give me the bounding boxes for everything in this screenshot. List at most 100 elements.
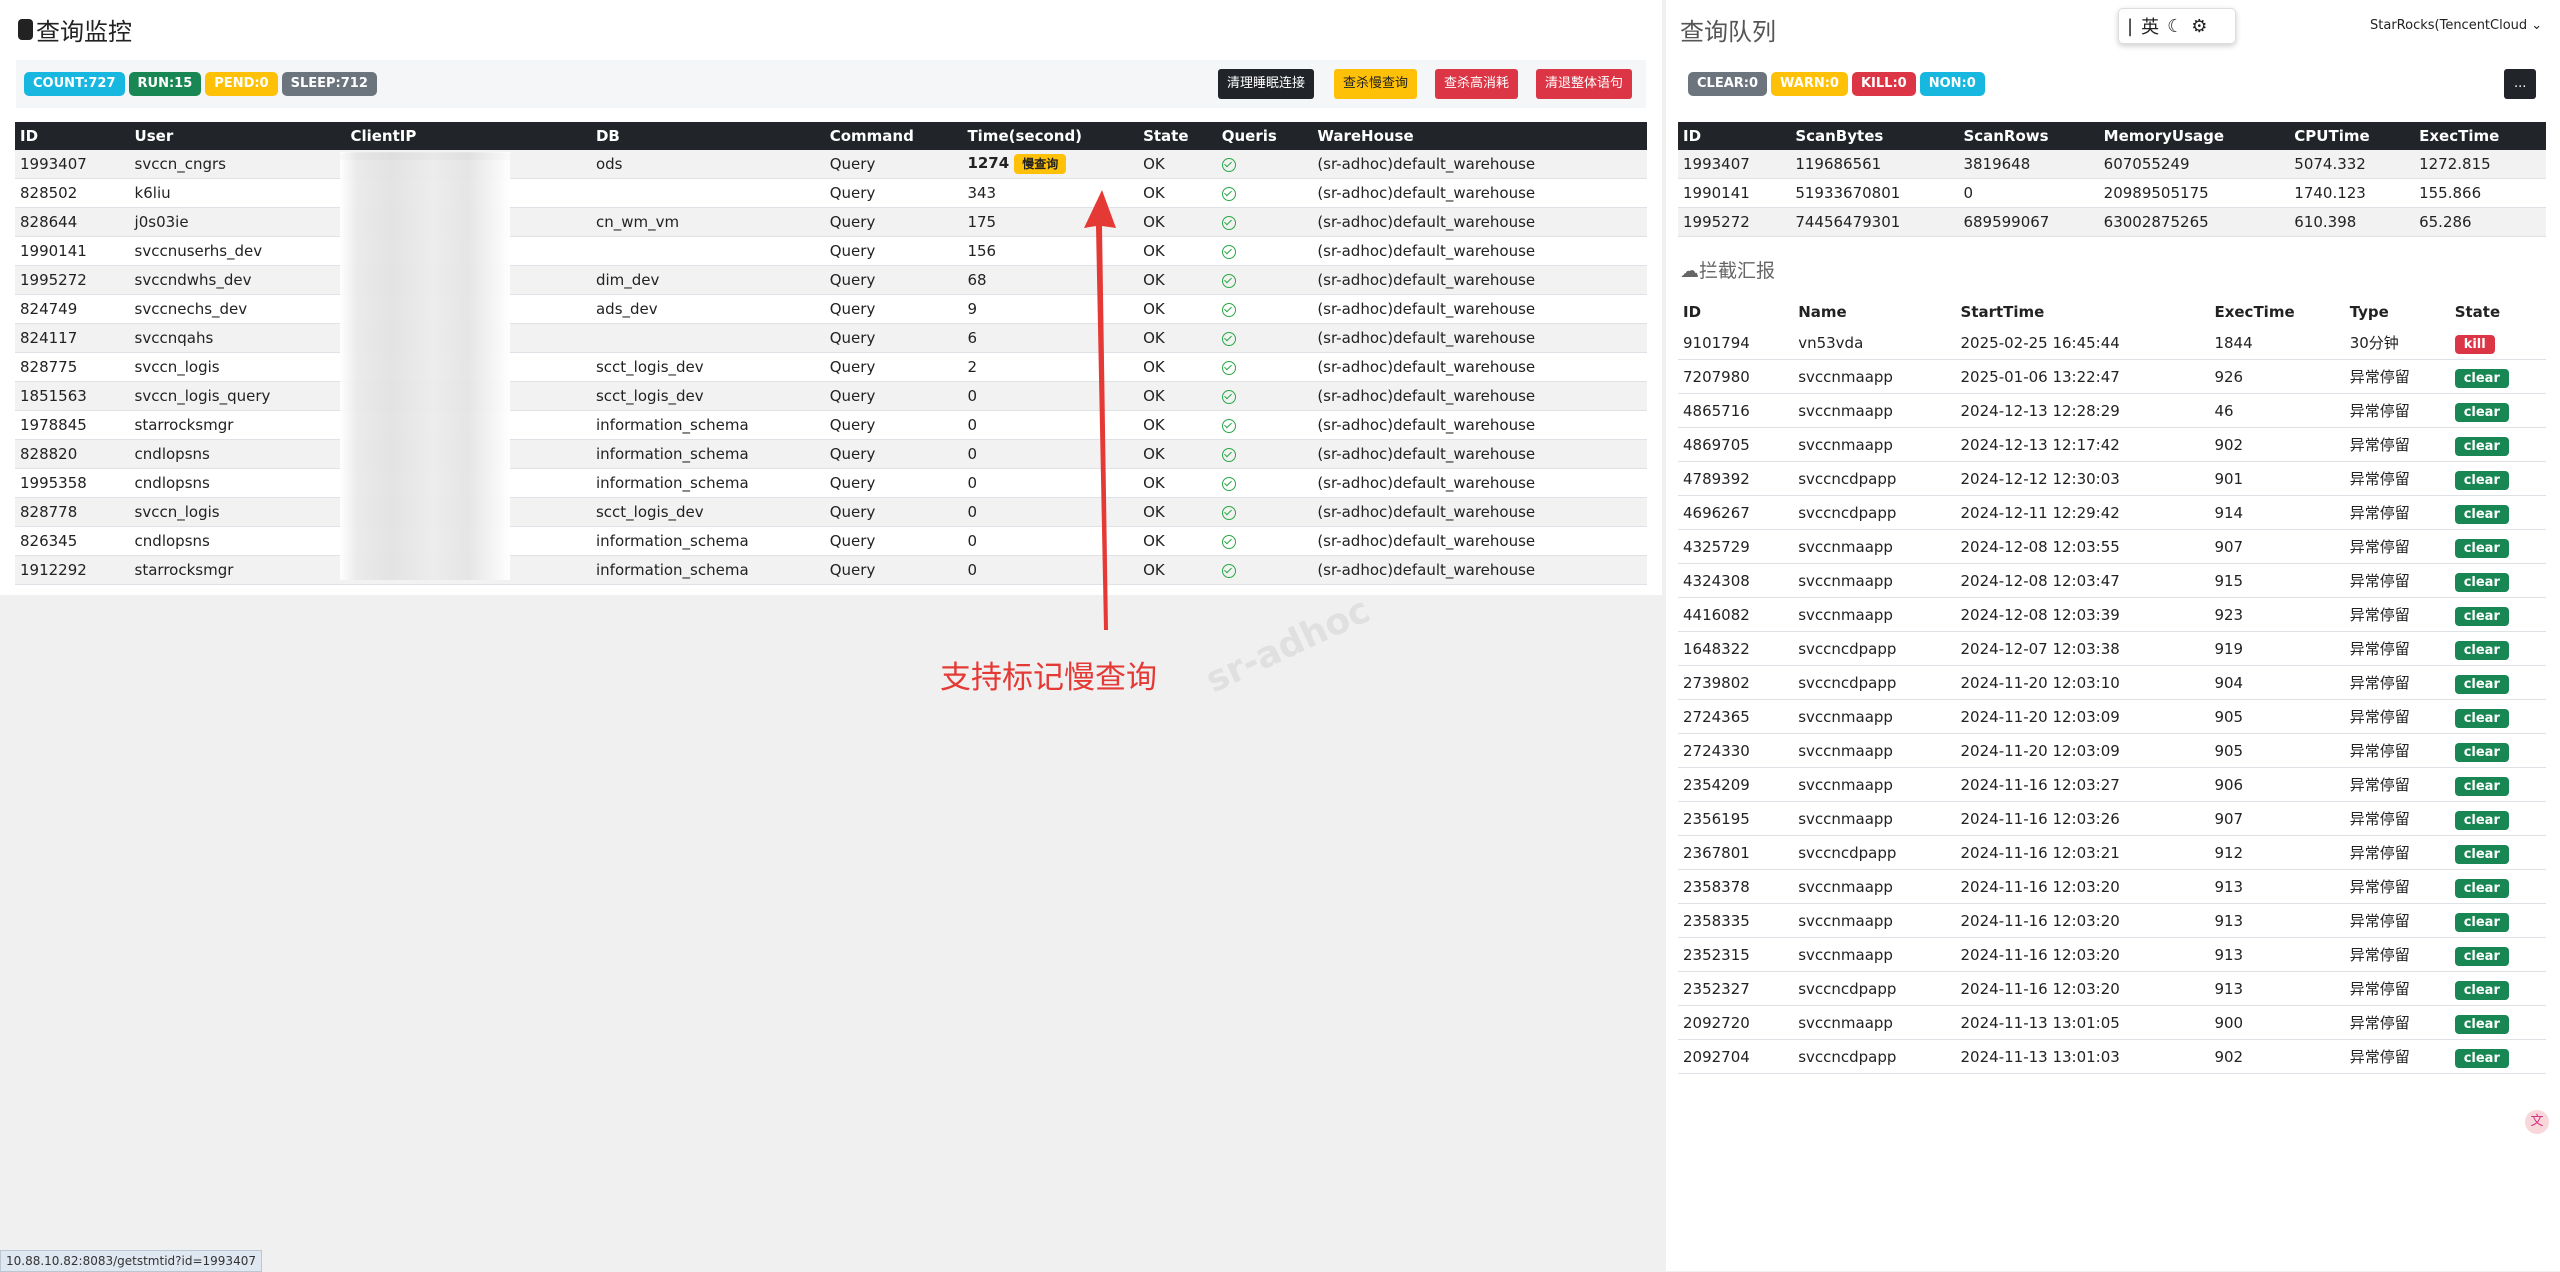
table-cell: 1740.123 <box>2289 178 2415 208</box>
table-row[interactable]: 2724365 svccnmaapp 2024-11-20 12:03:09 905 异… <box>1678 699 2546 734</box>
table-row[interactable]: 2724330 svccnmaapp 2024-11-20 12:03:09 905 异… <box>1678 733 2546 768</box>
kill-slow-query-button[interactable]: 查杀慢查询 <box>1334 69 1418 99</box>
table-row[interactable]: 2367801 svccncdpapp 2024-11-16 12:03:21 912… <box>1678 835 2546 870</box>
table-row[interactable]: 9101794 vn53vda 2025-02-25 16:45:44 1844 30分… <box>1678 326 2546 360</box>
table-row[interactable]: 2358335 svccnmaapp 2024-11-16 12:03:20 913 异… <box>1678 903 2546 938</box>
clear-state-badge[interactable]: clear <box>2454 572 2509 592</box>
table-cell: Query <box>824 150 963 179</box>
table-row[interactable]: 1993407 svccn_cngrs ods Query 1274 慢查询 OK (sr-a… <box>15 150 1647 179</box>
table-row[interactable]: 4869705 svccnmaapp 2024-12-13 12:17:42 902 异… <box>1678 427 2546 462</box>
gear-icon[interactable]: ⚙ <box>2191 16 2207 37</box>
kill-high-cost-button[interactable]: 查杀高消耗 <box>1435 69 1519 99</box>
table-row[interactable]: 2739802 svccncdpapp 2024-11-20 12:03:10 904… <box>1678 665 2546 700</box>
table-row[interactable]: 4696267 svccncdpapp 2024-12-11 12:29:42 914… <box>1678 495 2546 530</box>
table-row[interactable]: 7207980 svccnmaapp 2025-01-06 13:22:47 926 异… <box>1678 359 2546 394</box>
clear-state-badge[interactable]: clear <box>2454 844 2509 864</box>
table-cell: 异常停留 <box>2344 1039 2450 1074</box>
clear-state-badge[interactable]: clear <box>2454 912 2509 932</box>
clear-state-badge[interactable]: clear <box>2454 674 2509 694</box>
table-cell <box>1216 236 1313 266</box>
slow-query-tag[interactable]: 慢查询 <box>1014 154 1067 174</box>
clear-state-badge[interactable]: clear <box>2454 470 2509 490</box>
table-cell: svccnmaapp <box>1793 597 1956 632</box>
table-row[interactable]: 4789392 svccncdpapp 2024-12-12 12:30:03 901… <box>1678 461 2546 496</box>
clear-state-badge[interactable]: clear <box>2454 980 2509 1000</box>
table-cell: 2024-11-20 12:03:09 <box>1955 699 2210 734</box>
table-row[interactable]: 2352327 svccncdpapp 2024-11-16 12:03:20 913… <box>1678 971 2546 1006</box>
table-row[interactable]: 1648322 svccncdpapp 2024-12-07 12:03:38 919… <box>1678 631 2546 666</box>
clear-state-badge[interactable]: clear <box>2454 504 2509 524</box>
clear-state-badge[interactable]: clear <box>2454 538 2509 558</box>
queue-badge: NON:0 <box>1919 72 1985 96</box>
table-row[interactable]: 1990141 51933670801 0 20989505175 1740.123 15… <box>1678 178 2546 208</box>
clear-state-badge[interactable]: clear <box>2454 810 2509 830</box>
clear-state-badge[interactable]: clear <box>2454 402 2509 422</box>
cluster-select[interactable]: StarRocks(TencentCloud ⌄ <box>2370 18 2542 33</box>
table-row[interactable]: 2354209 svccnmaapp 2024-11-16 12:03:27 906 异… <box>1678 767 2546 802</box>
table-row[interactable]: 4324308 svccnmaapp 2024-12-08 12:03:47 915 异… <box>1678 563 2546 598</box>
table-row[interactable]: 828644 j0s03ie cn_wm_vm Query 175 OK (sr-adhoc… <box>15 207 1647 237</box>
clear-state-badge[interactable]: clear <box>2454 742 2509 762</box>
table-row[interactable]: 4865716 svccnmaapp 2024-12-13 12:28:29 46 异常… <box>1678 393 2546 428</box>
clear-state-badge[interactable]: clear <box>2454 368 2509 388</box>
clear-state-badge[interactable]: clear <box>2454 436 2509 456</box>
table-row[interactable]: 824117 svccnqahs Query 6 OK (sr-adhoc)default… <box>15 323 1647 353</box>
table-cell <box>1216 323 1313 353</box>
table-cell: 2092720 <box>1678 1005 1794 1040</box>
clear-state-badge[interactable]: clear <box>2454 878 2509 898</box>
ime-toolbar[interactable]: | 英 ☾ ⚙ <box>2118 8 2236 44</box>
table-row[interactable]: 2358378 svccnmaapp 2024-11-16 12:03:20 913 异… <box>1678 869 2546 904</box>
table-cell: cndlopsns <box>129 468 346 498</box>
clear-state-badge[interactable]: clear <box>2454 606 2509 626</box>
table-cell: vn53vda <box>1793 326 1956 360</box>
table-row[interactable]: 1993407 119686561 3819648 607055249 5074.332… <box>1678 150 2546 179</box>
table-row[interactable]: 2352315 svccnmaapp 2024-11-16 12:03:20 913 异… <box>1678 937 2546 972</box>
table-row[interactable]: 1912292 starrocksmgr information_schema Que… <box>15 555 1647 585</box>
table-cell: 2358335 <box>1678 903 1794 938</box>
table-row[interactable]: 1995272 74456479301 689599067 63002875265 61… <box>1678 207 2546 237</box>
table-row[interactable]: 1978845 starrocksmgr information_schema Que… <box>15 410 1647 440</box>
clear-state-badge[interactable]: clear <box>2454 708 2509 728</box>
table-row[interactable]: 824749 svccnechs_dev ads_dev Query 9 OK (sr-ad… <box>15 294 1647 324</box>
kill-state-badge[interactable]: kill <box>2454 334 2495 354</box>
table-cell <box>1216 497 1313 527</box>
clear-state-badge[interactable]: clear <box>2454 1014 2509 1034</box>
clear-state-badge[interactable]: clear <box>2454 776 2509 796</box>
table-cell: 异常停留 <box>2344 869 2450 904</box>
table-cell: 915 <box>2209 563 2345 598</box>
table-row[interactable]: 2356195 svccnmaapp 2024-11-16 12:03:26 907 异… <box>1678 801 2546 836</box>
table-cell: 20989505175 <box>2098 178 2290 208</box>
moon-icon[interactable]: ☾ <box>2167 16 2183 37</box>
table-row[interactable]: 4416082 svccnmaapp 2024-12-08 12:03:39 923 异… <box>1678 597 2546 632</box>
table-row[interactable]: 2092720 svccnmaapp 2024-11-13 13:01:05 900 异… <box>1678 1005 2546 1040</box>
table-row[interactable]: 828778 svccn_logis scct_logis_dev Query 0 OK(… <box>15 497 1647 527</box>
clear-state-badge[interactable]: clear <box>2454 640 2509 660</box>
clean-sleep-button[interactable]: 清理睡眠连接 <box>1218 69 1315 99</box>
table-cell: 异常停留 <box>2344 631 2450 666</box>
table-row[interactable]: 828502 k6liu Query 343 OK (sr-adhoc)default_w… <box>15 178 1647 208</box>
table-cell: 5074.332 <box>2289 150 2415 179</box>
table-row[interactable]: 826345 cndlopsns information_schema Query 0 O… <box>15 526 1647 556</box>
evict-statements-button[interactable]: 清退整体语句 <box>1536 69 1633 99</box>
more-button[interactable]: ... <box>2504 69 2537 99</box>
table-row[interactable]: 2092704 svccncdpapp 2024-11-13 13:01:03 902… <box>1678 1039 2546 1074</box>
table-row[interactable]: 1995358 cndlopsns information_schema Query 0… <box>15 468 1647 498</box>
clear-state-badge[interactable]: clear <box>2454 1048 2509 1068</box>
table-row[interactable]: 828820 cndlopsns information_schema Query 0 O… <box>15 439 1647 469</box>
table-row[interactable]: 1995272 svccndwhs_dev dim_dev Query 68 OK (sr-… <box>15 265 1647 295</box>
table-cell: 2739802 <box>1678 665 1794 700</box>
table-cell: Query <box>824 410 963 440</box>
table-cell <box>1216 526 1313 556</box>
table-row[interactable]: 1990141 svccnuserhs_dev Query 156 OK (sr-adho… <box>15 236 1647 266</box>
count-badge: SLEEP:712 <box>281 72 377 96</box>
table-cell: (sr-adhoc)default_warehouse <box>1312 178 1647 208</box>
table-cell: OK <box>1138 207 1217 237</box>
table-cell: 2024-11-16 12:03:20 <box>1955 903 2210 938</box>
clear-state-badge[interactable]: clear <box>2454 946 2509 966</box>
table-row[interactable]: 1851563 svccn_logis_query scct_logis_dev Qu… <box>15 381 1647 411</box>
table-row[interactable]: 4325729 svccnmaapp 2024-12-08 12:03:55 907 异… <box>1678 529 2546 564</box>
table-cell <box>1216 207 1313 237</box>
translate-icon[interactable]: 文 <box>2525 1110 2549 1134</box>
table-row[interactable]: 828775 svccn_logis scct_logis_dev Query 2 OK(… <box>15 352 1647 382</box>
ime-language[interactable]: 英 <box>2141 13 2159 39</box>
